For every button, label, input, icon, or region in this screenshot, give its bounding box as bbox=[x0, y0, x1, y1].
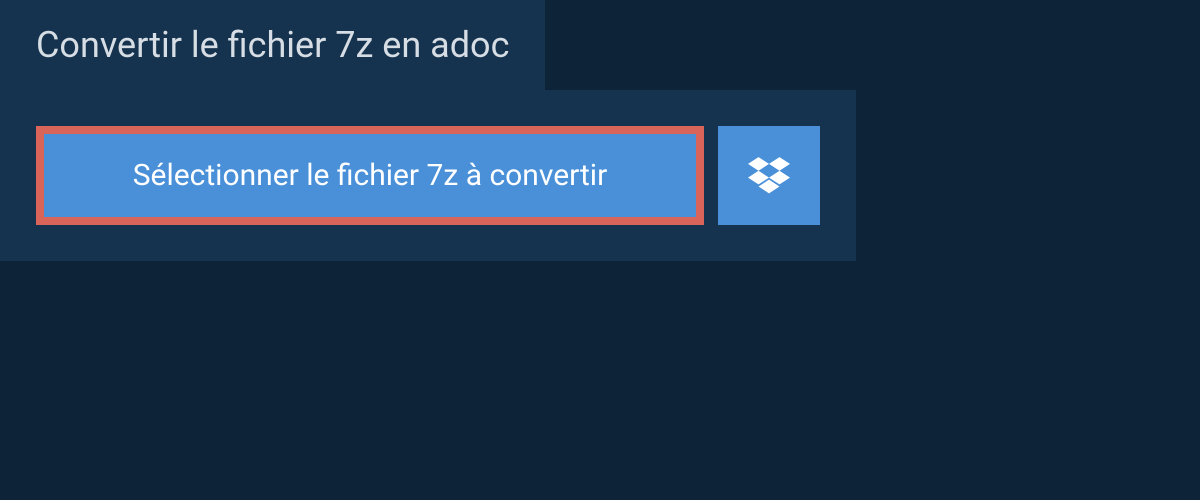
tab-bar: Convertir le fichier 7z en adoc bbox=[0, 0, 545, 90]
select-file-button[interactable]: Sélectionner le fichier 7z à convertir bbox=[36, 126, 704, 225]
select-file-label: Sélectionner le fichier 7z à convertir bbox=[133, 158, 608, 193]
dropbox-icon bbox=[748, 155, 790, 197]
tab-convert[interactable]: Convertir le fichier 7z en adoc bbox=[0, 0, 545, 90]
dropbox-button[interactable] bbox=[718, 126, 820, 225]
conversion-panel: Sélectionner le fichier 7z à convertir bbox=[0, 90, 856, 261]
tab-label: Convertir le fichier 7z en adoc bbox=[36, 24, 509, 66]
